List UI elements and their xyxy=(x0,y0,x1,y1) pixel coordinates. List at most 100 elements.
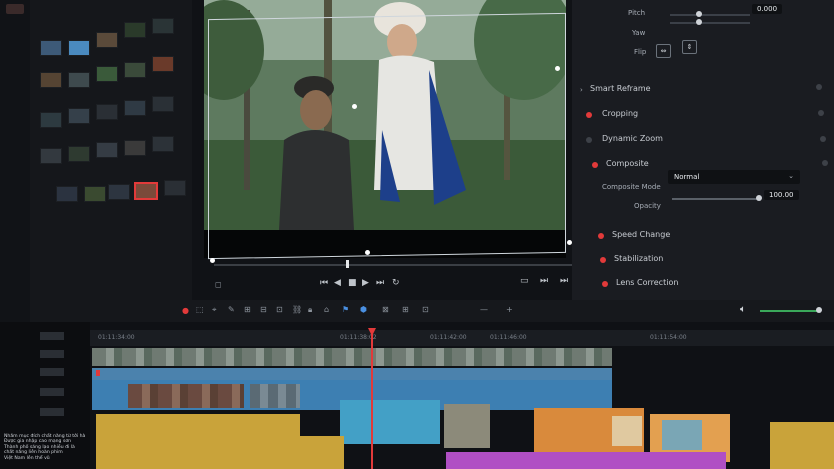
video-clip[interactable] xyxy=(770,422,834,469)
flip-horizontal-icon[interactable]: ⇔ xyxy=(656,44,671,58)
media-clip-thumbnail[interactable] xyxy=(40,40,62,56)
jump-end-icon[interactable]: ⏭ xyxy=(376,278,384,288)
audio-clip[interactable] xyxy=(300,436,344,469)
speed-change-enable-toggle[interactable] xyxy=(598,233,604,239)
viewer-scrubber-playhead[interactable] xyxy=(346,260,349,268)
pitch-slider-knob[interactable] xyxy=(696,11,702,17)
transform-bounding-box[interactable] xyxy=(208,12,566,260)
flip-vertical-icon[interactable]: ⇕ xyxy=(682,40,697,54)
track-header-button[interactable] xyxy=(40,350,64,358)
play-icon[interactable]: ▶ xyxy=(362,278,369,288)
dynamic-zoom-enable-toggle[interactable] xyxy=(586,137,592,143)
video-clip-header[interactable] xyxy=(92,368,612,380)
media-clip-thumbnail[interactable] xyxy=(84,186,106,202)
audio-clip[interactable] xyxy=(96,414,300,469)
loop-icon[interactable]: ↻ xyxy=(392,278,400,288)
anchor-point-handle[interactable] xyxy=(352,104,357,109)
volume-slider[interactable] xyxy=(760,310,820,312)
video-clip[interactable] xyxy=(340,400,440,444)
media-clip-thumbnail[interactable] xyxy=(40,72,62,88)
next-frame-icon[interactable]: ⏭ xyxy=(540,276,548,286)
transform-handle[interactable] xyxy=(555,66,560,71)
blade-tool-icon[interactable]: ✎ xyxy=(228,305,235,314)
playhead-line[interactable] xyxy=(371,334,373,469)
timeline-ruler[interactable]: 01:11:34:00 01:11:38:02 01:11:42:00 01:1… xyxy=(90,330,834,346)
composite-reset-icon[interactable] xyxy=(822,160,828,166)
marker-icon[interactable]: ⬢ xyxy=(360,305,367,314)
viewer-scrubber-track[interactable] xyxy=(214,264,574,266)
opacity-value-field[interactable]: 100.00 xyxy=(764,190,799,200)
selected-media-clip-thumbnail[interactable] xyxy=(134,182,158,200)
jump-start-icon[interactable]: ⏮ xyxy=(320,278,328,288)
media-clip-thumbnail[interactable] xyxy=(124,62,146,78)
stabilization-section[interactable]: Stabilization xyxy=(614,254,663,263)
overwrite-icon[interactable]: ⊟ xyxy=(260,305,267,314)
media-clip-thumbnail[interactable] xyxy=(96,32,118,48)
media-clip-thumbnail[interactable] xyxy=(124,100,146,116)
zoom-out-icon[interactable]: — xyxy=(480,305,488,314)
last-frame-icon[interactable]: ⏭ xyxy=(560,276,568,286)
snapping-icon[interactable]: ● xyxy=(182,306,189,315)
media-clip-thumbnail[interactable] xyxy=(152,96,174,112)
yaw-slider[interactable] xyxy=(670,22,750,24)
position-lock-icon[interactable]: ⌂ xyxy=(324,305,329,314)
speed-change-section[interactable]: Speed Change xyxy=(612,230,670,239)
media-clip-thumbnail[interactable] xyxy=(96,66,118,82)
pitch-slider[interactable] xyxy=(670,14,750,16)
track-header-button[interactable] xyxy=(40,408,64,416)
transform-handle[interactable] xyxy=(365,250,370,255)
lens-correction-enable-toggle[interactable] xyxy=(602,281,608,287)
smart-reframe-section[interactable]: Smart Reframe xyxy=(590,84,651,93)
zoom-in-icon[interactable]: + xyxy=(506,305,513,314)
track-header-button[interactable] xyxy=(40,332,64,340)
insert-icon[interactable]: ⊞ xyxy=(244,305,251,314)
cropping-enable-toggle[interactable] xyxy=(586,112,592,118)
selection-tool-icon[interactable]: ⬚ xyxy=(196,305,204,314)
track-header-button[interactable] xyxy=(40,388,64,396)
opacity-slider-knob[interactable] xyxy=(756,195,762,201)
media-clip-thumbnail[interactable] xyxy=(152,18,174,34)
yaw-slider-knob[interactable] xyxy=(696,19,702,25)
media-clip-thumbnail[interactable] xyxy=(164,180,186,196)
link-icon[interactable]: ⛓ xyxy=(292,305,302,314)
zoom-custom-icon[interactable]: ⊡ xyxy=(422,305,429,314)
media-clip-thumbnail[interactable] xyxy=(96,142,118,158)
opacity-slider[interactable] xyxy=(672,198,760,200)
composite-section[interactable]: Composite xyxy=(606,159,649,168)
stabilization-enable-toggle[interactable] xyxy=(600,257,606,263)
mark-icon[interactable]: ▭ xyxy=(520,276,529,286)
bin-icon[interactable] xyxy=(6,4,24,14)
stop-icon[interactable]: ■ xyxy=(348,278,357,288)
lock-icon[interactable]: 🔒︎ xyxy=(308,305,312,315)
cropping-section[interactable]: Cropping xyxy=(602,109,638,118)
media-clip-thumbnail[interactable] xyxy=(40,112,62,128)
trim-tool-icon[interactable]: ⌖ xyxy=(212,305,217,315)
flag-icon[interactable]: ⚑ xyxy=(342,305,349,314)
media-clip-thumbnail[interactable] xyxy=(152,56,174,72)
media-clip-thumbnail[interactable] xyxy=(152,136,174,152)
play-reverse-icon[interactable]: ◀ xyxy=(334,278,341,288)
chevron-right-icon[interactable]: › xyxy=(580,86,583,94)
video-clip-strip[interactable] xyxy=(92,348,612,366)
media-clip-thumbnail[interactable] xyxy=(96,104,118,120)
media-clip-thumbnail[interactable] xyxy=(40,148,62,164)
composite-mode-dropdown[interactable]: Normal ⌄ xyxy=(668,170,800,184)
dynamic-zoom-reset-icon[interactable] xyxy=(820,136,826,142)
zoom-detail-icon[interactable]: ⊞ xyxy=(402,305,409,314)
media-clip-thumbnail[interactable] xyxy=(68,72,90,88)
replace-icon[interactable]: ⊡ xyxy=(276,305,283,314)
smart-reframe-reset-icon[interactable] xyxy=(816,84,822,90)
media-clip-thumbnail[interactable] xyxy=(124,22,146,38)
speaker-icon[interactable]: 🔈︎ xyxy=(740,304,746,315)
audio-clip[interactable] xyxy=(446,452,726,469)
dynamic-zoom-section[interactable]: Dynamic Zoom xyxy=(602,134,663,143)
track-header-button[interactable] xyxy=(40,368,64,376)
media-clip-thumbnail[interactable] xyxy=(124,140,146,156)
transform-handle[interactable] xyxy=(210,258,215,263)
media-clip-thumbnail[interactable] xyxy=(56,186,78,202)
cropping-reset-icon[interactable] xyxy=(818,110,824,116)
media-clip-thumbnail[interactable] xyxy=(68,40,90,56)
media-clip-thumbnail[interactable] xyxy=(108,184,130,200)
pitch-value-field[interactable]: 0.000 xyxy=(752,4,783,14)
video-clip[interactable] xyxy=(444,404,490,448)
